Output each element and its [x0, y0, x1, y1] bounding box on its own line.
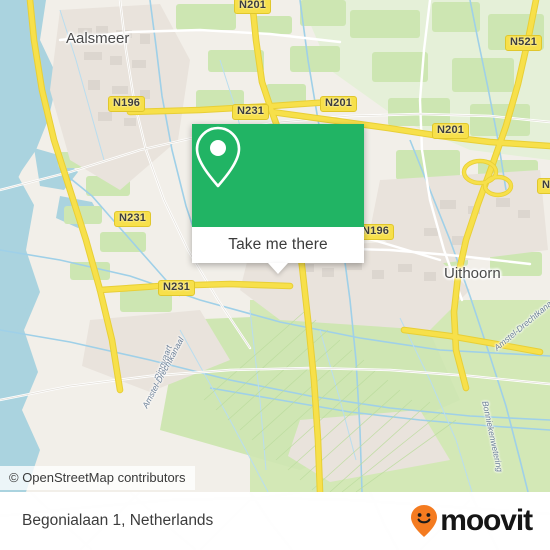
- road-shield-n231-west: N231: [114, 211, 152, 227]
- moovit-wordmark: moovit: [440, 504, 533, 537]
- moovit-smiley-pin-icon: [411, 505, 438, 537]
- address-label: Begonialaan 1, Netherlands: [22, 512, 214, 529]
- map-canvas[interactable]: Aalsmeer Uithoorn Ringvaart Amstel-Drech…: [0, 0, 550, 492]
- popup-pin-area: [192, 124, 364, 227]
- map-pin-icon: [195, 126, 241, 188]
- map-screenshot: Aalsmeer Uithoorn Ringvaart Amstel-Drech…: [0, 0, 550, 550]
- road-shield-n231-north: N231: [232, 104, 270, 120]
- popup-tail: [268, 263, 288, 274]
- road-shield-n521: N521: [505, 35, 543, 51]
- osm-attribution[interactable]: © OpenStreetMap contributors: [0, 466, 195, 490]
- road-shield-n201-mid: N201: [320, 96, 358, 112]
- take-me-there-button[interactable]: Take me there: [192, 227, 364, 263]
- road-shield-n2-edge: N2: [537, 178, 550, 194]
- road-shield-n201-east: N201: [432, 123, 470, 139]
- location-popup-card[interactable]: Take me there: [192, 124, 364, 274]
- road-shield-n196-west: N196: [108, 96, 146, 112]
- road-shield-n231-south: N231: [158, 280, 196, 296]
- footer-bar: Begonialaan 1, Netherlands moovit: [0, 492, 550, 550]
- take-me-there-label: Take me there: [228, 236, 328, 253]
- moovit-logo[interactable]: moovit: [410, 504, 533, 538]
- place-label-aalsmeer: Aalsmeer: [66, 30, 130, 47]
- road-shield-n201-north: N201: [234, 0, 272, 14]
- place-label-uithoorn: Uithoorn: [444, 265, 501, 282]
